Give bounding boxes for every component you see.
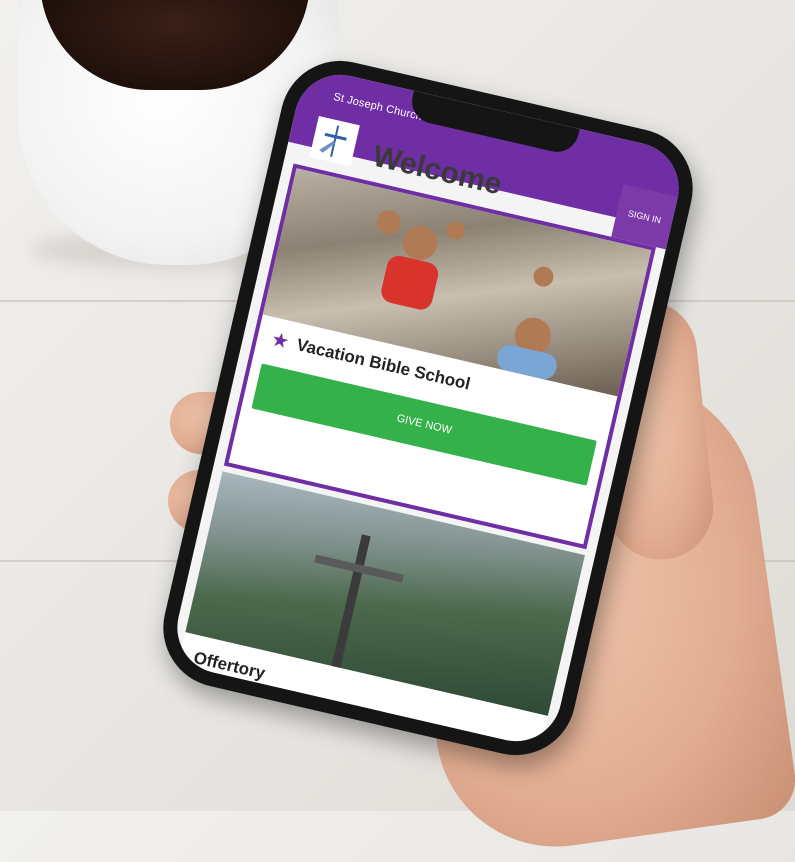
- phone-screen: St Joseph Church SIGN IN Welcome ★ Vacat…: [168, 65, 688, 751]
- phone-container: St Joseph Church SIGN IN Welcome ★ Vacat…: [151, 48, 705, 770]
- cross-logo-icon: [319, 125, 347, 157]
- child-shirt: [494, 342, 560, 382]
- star-icon: ★: [269, 328, 292, 354]
- cross-post: [331, 534, 371, 668]
- child-face: [444, 219, 467, 242]
- church-name: St Joseph Church: [332, 90, 424, 124]
- child-face: [374, 208, 404, 237]
- child-face: [531, 264, 556, 289]
- church-logo: [309, 115, 360, 167]
- child-shirt: [378, 253, 441, 312]
- smartphone: St Joseph Church SIGN IN Welcome ★ Vacat…: [151, 48, 705, 768]
- card-title: Offertory: [191, 647, 267, 683]
